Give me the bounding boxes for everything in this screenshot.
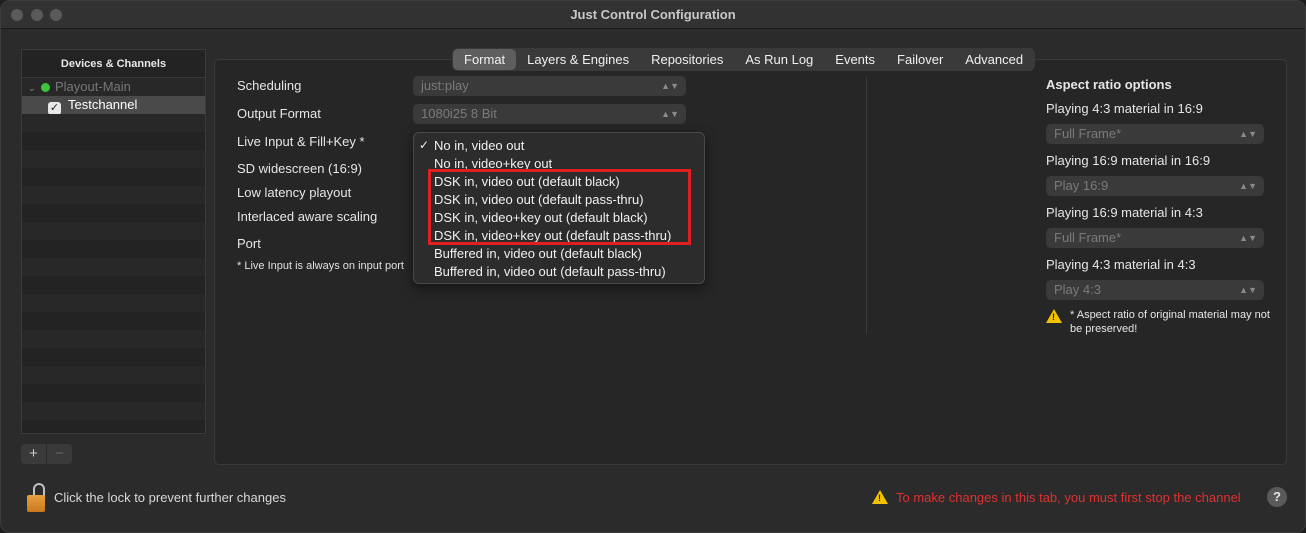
aspect-43-in-43-label: Playing 4:3 material in 4:3	[1046, 257, 1196, 272]
status-dot-icon	[41, 83, 50, 92]
output-format-select[interactable]: 1080i25 8 Bit ▲▼	[413, 104, 686, 124]
sidebar-add-remove-buttons: + −	[21, 444, 72, 464]
tab-bar: Format Layers & Engines Repositories As …	[452, 48, 1036, 71]
channel-name: Testchannel	[68, 97, 138, 112]
list-item	[22, 222, 205, 240]
lock-body	[27, 495, 45, 512]
live-input-label: Live Input & Fill+Key *	[237, 134, 365, 149]
list-item	[22, 366, 205, 384]
aspect-169-in-43-label: Playing 16:9 material in 4:3	[1046, 205, 1203, 220]
title-bar: Just Control Configuration	[1, 1, 1305, 29]
aspect-169-in-43-value: Full Frame*	[1054, 230, 1122, 245]
device-name: Playout-Main	[55, 79, 131, 94]
tab-as-run-log[interactable]: As Run Log	[734, 49, 824, 70]
aspect-169-in-169-label: Playing 16:9 material in 16:9	[1046, 153, 1211, 168]
warning-icon	[1046, 309, 1062, 323]
checkmark-icon: ✓	[419, 138, 430, 152]
tab-layers-engines[interactable]: Layers & Engines	[516, 49, 640, 70]
live-input-footnote: * Live Input is always on input port	[237, 260, 404, 272]
tab-format[interactable]: Format	[453, 49, 517, 70]
list-item	[22, 258, 205, 276]
list-item	[22, 132, 205, 150]
list-item	[22, 204, 205, 222]
up-down-chevron-icon: ▲▼	[1239, 285, 1257, 295]
scheduling-value: just:play	[421, 78, 469, 93]
tab-repositories[interactable]: Repositories	[640, 49, 734, 70]
aspect-ratio-note: * Aspect ratio of original material may …	[1070, 309, 1270, 335]
aspect-43-in-169-value: Full Frame*	[1054, 126, 1122, 141]
sidebar-header: Devices & Channels	[22, 50, 205, 78]
tab-advanced[interactable]: Advanced	[954, 49, 1034, 70]
up-down-chevron-icon: ▲▼	[661, 109, 679, 119]
devices-channels-sidebar: Devices & Channels ⌄ Playout-Main ✓ Testch…	[21, 49, 206, 434]
list-item	[22, 312, 205, 330]
list-item	[22, 150, 205, 168]
tab-events[interactable]: Events	[824, 49, 886, 70]
up-down-chevron-icon: ▲▼	[661, 81, 679, 91]
menu-item-buffered-video-black[interactable]: Buffered in, video out (default black)	[434, 246, 642, 261]
aspect-43-in-43-value: Play 4:3	[1054, 282, 1101, 297]
list-item	[22, 294, 205, 312]
dsk-options-highlight	[428, 169, 691, 245]
list-item	[22, 348, 205, 366]
scheduling-label: Scheduling	[237, 78, 302, 93]
port-label: Port	[237, 236, 261, 251]
lock-icon[interactable]	[27, 483, 47, 513]
list-item	[22, 384, 205, 402]
up-down-chevron-icon: ▲▼	[1239, 129, 1257, 139]
list-item	[22, 114, 205, 132]
low-latency-label: Low latency playout	[237, 185, 352, 200]
list-item	[22, 186, 205, 204]
menu-item-no-in-video-out[interactable]: No in, video out	[434, 138, 524, 153]
add-channel-button[interactable]: +	[21, 444, 46, 464]
device-row-playout-main[interactable]: ⌄ Playout-Main	[22, 78, 205, 96]
window-title: Just Control Configuration	[570, 7, 736, 22]
tab-failover[interactable]: Failover	[886, 49, 954, 70]
lock-hint-text: Click the lock to prevent further change…	[54, 490, 286, 505]
aspect-169-in-169-select[interactable]: Play 16:9 ▲▼	[1046, 176, 1264, 196]
menu-item-buffered-video-passthru[interactable]: Buffered in, video out (default pass-thr…	[434, 264, 666, 279]
up-down-chevron-icon: ▲▼	[1239, 181, 1257, 191]
aspect-ratio-title: Aspect ratio options	[1046, 77, 1172, 92]
aspect-169-in-43-select[interactable]: Full Frame* ▲▼	[1046, 228, 1264, 248]
list-item	[22, 240, 205, 258]
aspect-43-in-169-label: Playing 4:3 material in 16:9	[1046, 101, 1203, 116]
column-divider	[866, 77, 867, 334]
stop-channel-warning: To make changes in this tab, you must fi…	[896, 490, 1241, 505]
help-button[interactable]: ?	[1267, 487, 1287, 507]
warning-icon	[872, 490, 888, 504]
remove-channel-button[interactable]: −	[46, 444, 72, 464]
scheduling-select[interactable]: just:play ▲▼	[413, 76, 686, 96]
list-item	[22, 330, 205, 348]
interlaced-scaling-label: Interlaced aware scaling	[237, 209, 378, 224]
sd-widescreen-label: SD widescreen (16:9)	[237, 161, 362, 176]
disclosure-chevron-icon[interactable]: ⌄	[28, 79, 38, 97]
list-item	[22, 168, 205, 186]
list-item	[22, 402, 205, 420]
output-format-label: Output Format	[237, 106, 321, 121]
channel-row-testchannel[interactable]: ✓ Testchannel	[22, 96, 205, 115]
config-window: Just Control Configuration Devices & Cha…	[0, 0, 1306, 533]
aspect-169-in-169-value: Play 16:9	[1054, 178, 1109, 193]
output-format-value: 1080i25 8 Bit	[421, 106, 497, 121]
list-item	[22, 276, 205, 294]
aspect-43-in-169-select[interactable]: Full Frame* ▲▼	[1046, 124, 1264, 144]
aspect-43-in-43-select[interactable]: Play 4:3 ▲▼	[1046, 280, 1264, 300]
up-down-chevron-icon: ▲▼	[1239, 233, 1257, 243]
